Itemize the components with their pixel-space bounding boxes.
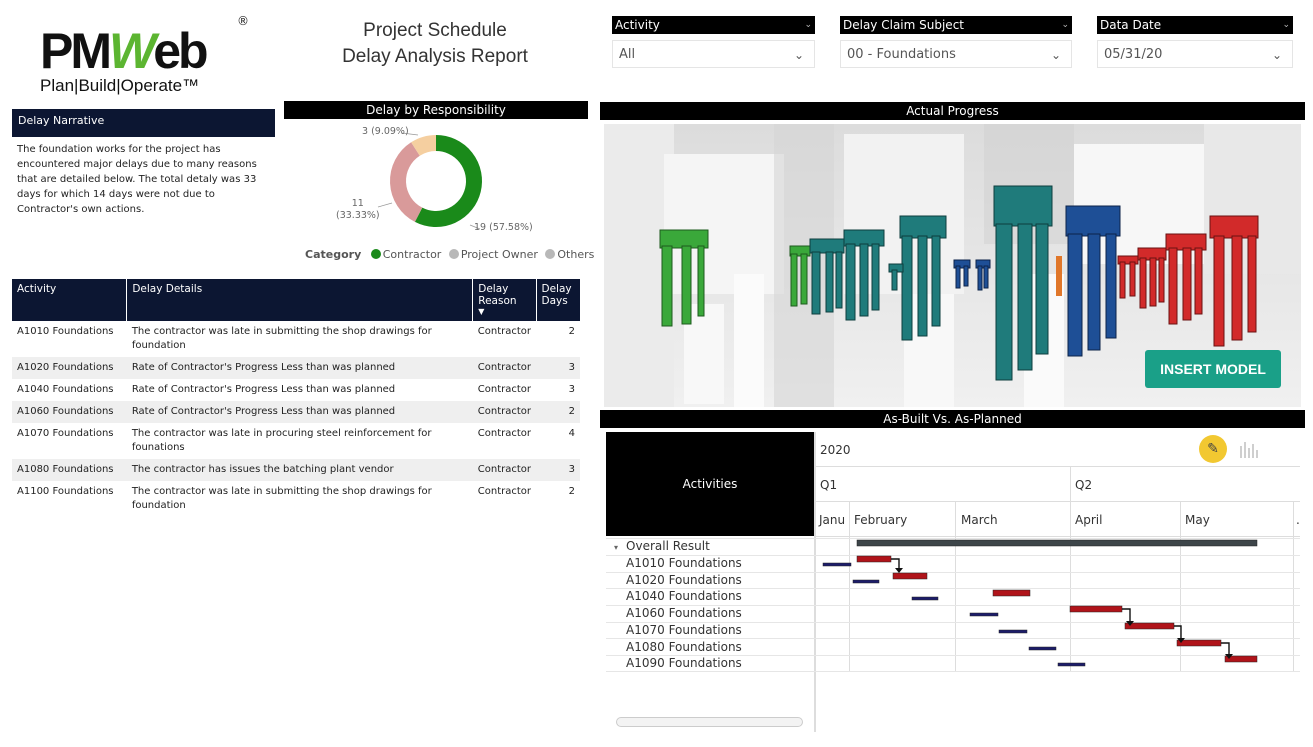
horizontal-scrollbar[interactable] (616, 717, 803, 727)
gantt-dependency-line (1221, 642, 1230, 655)
gantt-dependency-line (891, 558, 900, 569)
gantt-dependency-line (1122, 608, 1131, 622)
gantt-bars (822, 539, 1258, 667)
gantt-planned-bar[interactable] (969, 612, 999, 617)
gantt-planned-bar[interactable] (1057, 662, 1086, 667)
gantt-actual-bar[interactable] (1176, 639, 1222, 647)
gantt-planned-bar[interactable] (998, 629, 1028, 634)
gantt-planned-bar[interactable] (911, 596, 939, 601)
gantt-summary-bar[interactable] (856, 539, 1258, 547)
gantt-dependency-line (1174, 625, 1182, 639)
gantt-arrowhead (895, 568, 903, 573)
gantt-planned-bar[interactable] (852, 579, 880, 584)
gantt-planned-bar[interactable] (822, 562, 852, 567)
gantt-actual-bar[interactable] (992, 589, 1031, 597)
gantt-actual-bar[interactable] (1124, 622, 1175, 630)
gantt-planned-bar[interactable] (1028, 646, 1057, 651)
gantt-actual-bar[interactable] (1069, 605, 1123, 613)
gantt-actual-bar[interactable] (856, 555, 892, 563)
gantt-actual-bar[interactable] (892, 572, 928, 580)
